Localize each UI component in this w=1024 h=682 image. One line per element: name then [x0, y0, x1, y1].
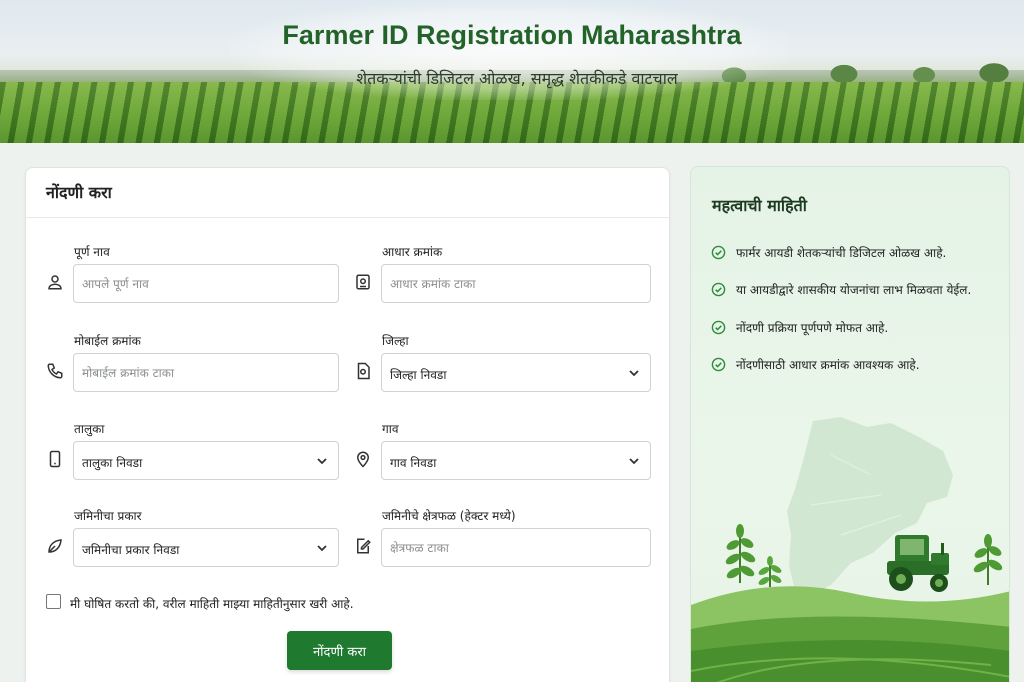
important-info-card: महत्वाची माहिती फार्मर आयडी शेतकऱ्यांची …: [690, 166, 1010, 682]
land-type-select[interactable]: जमिनीचा प्रकार निवडा: [73, 528, 339, 567]
id-card-icon: [354, 273, 372, 291]
chevron-down-icon: [628, 367, 640, 379]
leaf-badge-icon: [46, 537, 64, 555]
check-circle-icon: [711, 282, 726, 297]
district-select-value: जिल्हा निवडा: [390, 368, 447, 382]
farm-illustration: [691, 417, 1009, 682]
taluka-label: तालुका: [74, 422, 105, 436]
registration-form-card: नोंदणी करा पूर्ण नाव आधार क्रमांक मोबाईल…: [25, 167, 670, 682]
declaration-checkbox[interactable]: [46, 594, 61, 609]
mobile-device-icon: [46, 450, 64, 468]
plant-icon: [725, 524, 756, 583]
check-circle-icon: [711, 357, 726, 372]
area-edit-icon: [354, 537, 372, 555]
chevron-down-icon: [628, 455, 640, 467]
land-area-label: जमिनीचे क्षेत्रफळ (हेक्टर मध्ये): [382, 509, 516, 523]
chevron-down-icon: [316, 542, 328, 554]
village-select-value: गाव निवडा: [390, 456, 437, 470]
village-select[interactable]: गाव निवडा: [381, 441, 651, 480]
check-circle-icon: [711, 320, 726, 335]
info-item: या आयडीद्वारे शासकीय योजनांचा लाभ मिळवता…: [711, 281, 971, 298]
form-heading: नोंदणी करा: [26, 168, 669, 218]
district-label: जिल्हा: [382, 334, 409, 348]
tractor-icon: [887, 535, 949, 592]
aadhaar-label: आधार क्रमांक: [382, 245, 443, 259]
hero-banner: Farmer ID Registration Maharashtra शेतकऱ…: [0, 0, 1024, 143]
info-item: नोंदणी प्रक्रिया पूर्णपणे मोफत आहे.: [711, 319, 888, 336]
document-icon: [354, 362, 372, 380]
taluka-select[interactable]: तालुका निवडा: [73, 441, 339, 480]
land-area-input[interactable]: [381, 528, 651, 567]
location-pin-icon: [354, 450, 372, 468]
phone-icon: [46, 362, 64, 380]
declaration-text: मी घोषित करतो की, वरील माहिती माझ्या माह…: [70, 597, 354, 611]
check-circle-icon: [711, 245, 726, 260]
info-item: फार्मर आयडी शेतकऱ्यांची डिजिटल ओळख आहे.: [711, 244, 946, 261]
mobile-input[interactable]: [73, 353, 339, 392]
aadhaar-input[interactable]: [381, 264, 651, 303]
plant-icon: [758, 556, 782, 587]
page-title: Farmer ID Registration Maharashtra: [282, 20, 742, 50]
full-name-input[interactable]: [73, 264, 339, 303]
full-name-label: पूर्ण नाव: [74, 245, 110, 259]
plant-icon: [973, 534, 1003, 585]
mobile-label: मोबाईल क्रमांक: [74, 334, 141, 348]
district-select[interactable]: जिल्हा निवडा: [381, 353, 651, 392]
info-title: महत्वाची माहिती: [712, 196, 807, 215]
land-type-label: जमिनीचा प्रकार: [74, 509, 142, 523]
chevron-down-icon: [316, 455, 328, 467]
village-label: गाव: [382, 422, 399, 436]
info-item: नोंदणीसाठी आधार क्रमांक आवश्यक आहे.: [711, 356, 920, 373]
register-button[interactable]: नोंदणी करा: [287, 631, 392, 670]
user-icon: [46, 273, 64, 291]
page-subtitle: शेतकऱ्यांची डिजिटल ओळख, समृद्ध शेतकीकडे …: [356, 69, 678, 88]
taluka-select-value: तालुका निवडा: [82, 456, 143, 470]
land-type-select-value: जमिनीचा प्रकार निवडा: [82, 543, 180, 557]
